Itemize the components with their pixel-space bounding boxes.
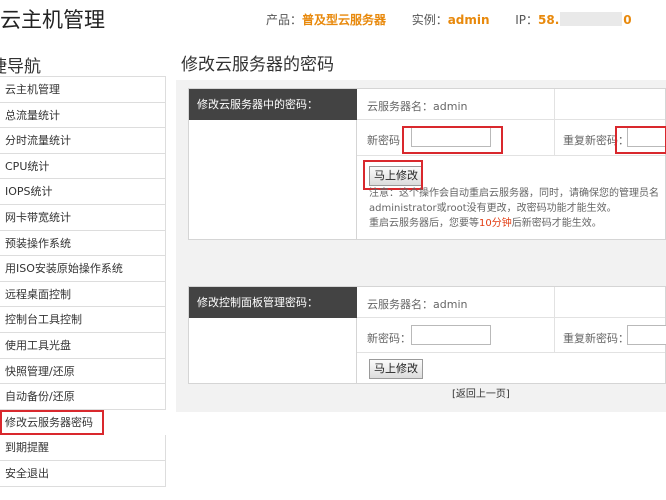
- sidebar-nav: 云主机管理 总流量统计 分时流量统计 CPU统计 IOPS统计 网卡带宽统计 预…: [0, 76, 166, 487]
- sidebar-item-change-password[interactable]: 修改云服务器密码: [0, 409, 104, 436]
- note-line-3-start: 重启云服务器后，您要等: [369, 218, 479, 229]
- row-divider: [554, 318, 555, 353]
- panel-submit-button[interactable]: 马上修改: [369, 359, 423, 379]
- sidebar-item-cpu-stats[interactable]: CPU统计: [0, 153, 166, 180]
- page-title: 修改云服务器的密码: [181, 55, 334, 75]
- sidebar-item-expiry-reminder[interactable]: 到期提醒: [0, 435, 166, 461]
- note-line-3: 重启云服务器后，您要等10分钟后新密码才能生效。: [369, 216, 666, 231]
- sidebar-item-tool-disc[interactable]: 使用工具光盘: [0, 332, 166, 359]
- note-line-2: administrator或root没有更改，改密码功能才能生效。: [369, 203, 617, 214]
- row-divider: [554, 89, 555, 120]
- panel-password-header: 修改控制面板管理密码：: [189, 287, 357, 318]
- ip-redaction: [560, 12, 623, 26]
- repeat-password-highlight: [615, 126, 666, 154]
- repeat-password-input[interactable]: [627, 325, 666, 345]
- product-label: 产品：: [266, 13, 303, 27]
- new-password-highlight: [402, 126, 503, 154]
- sidebar-item-preinstalled-os[interactable]: 预装操作系统: [0, 230, 166, 257]
- ip-label: IP：: [515, 13, 538, 27]
- new-password-row: 新密码： 重复新密码：: [357, 318, 666, 353]
- app-title: 云主机管理: [0, 8, 105, 32]
- ip-value-start: 58.: [538, 13, 560, 27]
- sidebar-item-iops-stats[interactable]: IOPS统计: [0, 179, 166, 205]
- sidebar-item-snapshots[interactable]: 快照管理/还原: [0, 358, 166, 385]
- server-password-form: 修改云服务器中的密码： 云服务器名：admin 新密码 重复新密码： 马上修改 …: [188, 88, 666, 240]
- server-name-row: 云服务器名：admin: [357, 89, 665, 120]
- sidebar-item-logout[interactable]: 安全退出: [0, 460, 166, 487]
- new-password-label: 新密码: [367, 134, 400, 147]
- product-value: 普及型云服务器: [302, 13, 387, 27]
- back-link[interactable]: [返回上一页]: [452, 385, 510, 400]
- new-password-input[interactable]: [411, 325, 491, 345]
- note-line-3-end: 后新密码才能生效。: [511, 218, 602, 229]
- instance-value: admin: [447, 13, 490, 27]
- row-divider: [554, 120, 555, 156]
- instance-info-bar: 产品：普及型云服务器 实例：admin IP：58. 0: [266, 11, 632, 28]
- sidebar-item-host-management[interactable]: 云主机管理: [0, 77, 166, 103]
- instance-label: 实例：: [411, 13, 448, 27]
- repeat-password-label: 重复新密码：: [563, 332, 629, 345]
- ip-value-end: 0: [623, 13, 632, 27]
- page: 云主机管理 产品：普及型云服务器 实例：admin IP：58. 0 捷导航 云主…: [0, 0, 666, 500]
- sidebar-item-iso-install[interactable]: 用ISO安装原始操作系统: [0, 256, 166, 282]
- server-password-header: 修改云服务器中的密码：: [189, 89, 357, 120]
- sidebar-item-nic-bandwidth[interactable]: 网卡带宽统计: [0, 204, 166, 231]
- sidebar-item-auto-backup[interactable]: 自动备份/还原: [0, 384, 166, 410]
- sidebar-item-hourly-traffic[interactable]: 分时流量统计: [0, 128, 166, 154]
- server-name-text: 云服务器名：admin: [367, 298, 468, 311]
- panel-password-form: 修改控制面板管理密码： 云服务器名：admin 新密码： 重复新密码： 马上修改: [188, 286, 666, 384]
- server-name-text: 云服务器名：admin: [367, 100, 468, 113]
- note-line-1: 注意：这个操作会自动重启云服务器，同时，请确保您的管理员名: [369, 188, 659, 199]
- restart-warning-note: 注意：这个操作会自动重启云服务器，同时，请确保您的管理员名 administra…: [369, 186, 666, 231]
- sidebar-item-console-tools[interactable]: 控制台工具控制: [0, 307, 166, 333]
- sidebar-item-remote-desktop[interactable]: 远程桌面控制: [0, 281, 166, 308]
- sidebar-item-total-traffic[interactable]: 总流量统计: [0, 102, 166, 129]
- row-divider: [554, 287, 555, 318]
- sidebar-title: 捷导航: [0, 57, 41, 77]
- new-password-label: 新密码：: [367, 332, 411, 345]
- wait-duration: 10分钟: [479, 218, 512, 229]
- server-name-row: 云服务器名：admin: [357, 287, 665, 318]
